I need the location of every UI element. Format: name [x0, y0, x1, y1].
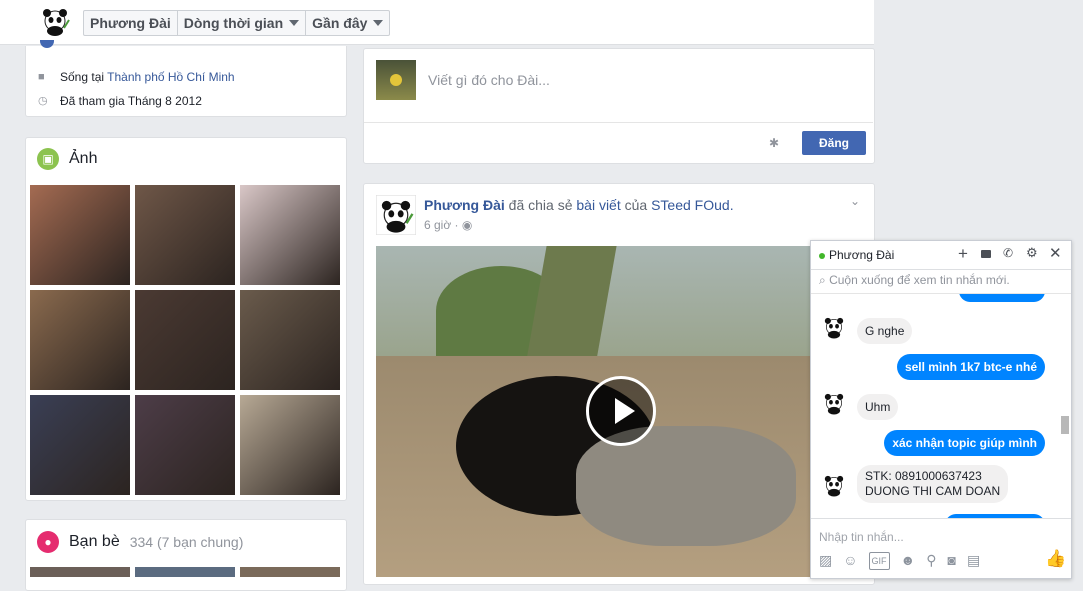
gif-icon[interactable]: GIF [868, 552, 890, 570]
message-line: DUONG THI CAM DOAN [865, 484, 1001, 498]
post-action-text: đã chia sẻ [508, 197, 573, 213]
message-line: STK: 0891000637423 [865, 469, 982, 483]
breadcrumb-label: Dòng thời gian [183, 15, 284, 31]
chat-scroll-notice: ⌕ Cuộn xuống để xem tin nhắn mới. [819, 273, 1010, 288]
post-page-link[interactable]: STeed FOud. [651, 197, 734, 213]
panda-avatar-icon[interactable] [821, 314, 847, 340]
close-icon[interactable]: ✕ [1049, 244, 1062, 262]
gear-icon[interactable]: ⚙ [1026, 245, 1038, 261]
composer-input[interactable]: Viết gì đó cho Đài... [428, 72, 550, 88]
chat-scrollbar[interactable] [1061, 294, 1069, 518]
chat-notice-text: Cuộn xuống để xem tin nhắn mới. [829, 273, 1010, 287]
message-bubble-partial [959, 294, 1045, 302]
video-call-icon[interactable] [981, 250, 991, 258]
friends-icon: ● [37, 531, 59, 553]
globe-icon: ◉ [461, 218, 473, 232]
sticker-icon[interactable]: ☺ [843, 552, 857, 570]
video-player[interactable] [376, 246, 810, 577]
chat-title[interactable]: Phương Đài [829, 248, 894, 262]
play-icon [615, 398, 635, 424]
message-bubble-in: STK: 0891000637423 DUONG THI CAM DOAN [857, 465, 1009, 503]
friends-title: Bạn bè [69, 533, 120, 550]
friend-thumb[interactable] [30, 567, 130, 577]
message-bubble-in: G nghe [857, 318, 913, 344]
image-icon[interactable]: ▨ [819, 552, 832, 570]
gear-icon[interactable]: ✱ [769, 136, 779, 150]
photos-title: Ảnh [69, 150, 98, 167]
divider [364, 122, 873, 123]
clipboard-icon[interactable]: ▤ [967, 552, 980, 570]
panda-avatar-icon[interactable] [38, 4, 72, 38]
post-meta: 6 giờ · ◉ [424, 218, 473, 232]
about-lives-prefix: Sống tại [60, 70, 105, 84]
chat-messages: G nghe sell mình 1k7 btc-e nhé Uhm xác n… [811, 294, 1071, 518]
friend-thumb[interactable] [135, 567, 235, 577]
panda-avatar-icon[interactable] [821, 390, 847, 416]
about-city-link[interactable]: Thành phố Hồ Chí Minh [107, 70, 234, 84]
photo-thumbnail[interactable] [30, 185, 130, 285]
friends-header[interactable]: ● Bạn bè 334 (7 bạn chung) [37, 531, 243, 553]
chat-notice-bar[interactable]: ⌕ Cuộn xuống để xem tin nhắn mới. [811, 269, 1071, 294]
composer-card [363, 48, 875, 164]
photos-header[interactable]: ▣ Ảnh [37, 148, 97, 170]
post-object-link[interactable]: bài viết [576, 197, 620, 213]
play-button[interactable] [586, 376, 656, 446]
online-dot-icon [819, 253, 825, 259]
message-bubble-out: xác nhận topic giúp mình [884, 430, 1045, 456]
photo-thumbnail[interactable] [135, 395, 235, 495]
chat-toolbar: ▨ ☺ GIF ☻ ⚲ ◙ ▤ [819, 552, 980, 570]
friends-card [25, 519, 347, 591]
friend-thumb[interactable] [240, 567, 340, 577]
message-bubble-in: Uhm [857, 394, 899, 420]
post-author-link[interactable]: Phương Đài [424, 197, 505, 213]
photo-thumbnail[interactable] [135, 185, 235, 285]
breadcrumb-profile-link[interactable]: Phương Đài [84, 11, 178, 35]
panda-avatar-icon[interactable] [376, 195, 416, 235]
chat-window: Phương Đài + ✆ ⚙ ✕ ⌕ Cuộn xuống để xem t… [810, 240, 1072, 579]
photo-thumbnail[interactable] [240, 395, 340, 495]
friends-count: 334 (7 bạn chung) [129, 534, 244, 550]
chat-composer: Nhập tin nhắn... ▨ ☺ GIF ☻ ⚲ ◙ ▤ 👍 [811, 518, 1071, 579]
user-avatar [376, 60, 416, 100]
home-icon: ■ [38, 71, 45, 83]
about-joined-text: Đã tham gia Tháng 8 2012 [60, 94, 202, 108]
chevron-down-icon [289, 20, 300, 26]
post-of-text: của [624, 197, 648, 213]
camera-icon[interactable]: ◙ [948, 552, 956, 570]
attachment-icon[interactable]: ⚲ [926, 552, 936, 570]
breadcrumb-label: Phương Đài [90, 15, 171, 31]
breadcrumb-recent-dropdown[interactable]: Gần đây [306, 11, 389, 35]
clock-icon: ◷ [38, 95, 48, 107]
panda-avatar-icon[interactable] [821, 472, 847, 498]
photo-icon: ▣ [37, 148, 59, 170]
search-icon: ⌕ [819, 273, 826, 287]
phone-icon[interactable]: ✆ [1003, 246, 1013, 260]
post-options-chevron-icon[interactable]: ⌄ [850, 194, 860, 208]
post-header-line: Phương Đài đã chia sẻ bài viết của STeed… [424, 197, 734, 213]
profile-top-bar: Phương Đài Dòng thời gian Gần đây [0, 0, 874, 45]
about-lives-in: ■ Sống tại Thành phố Hồ Chí Minh [38, 70, 235, 84]
add-person-icon[interactable]: + [958, 244, 968, 264]
photo-thumbnail[interactable] [30, 395, 130, 495]
breadcrumb-timeline-dropdown[interactable]: Dòng thời gian [178, 11, 307, 35]
message-bubble-out: sell mình 1k7 btc-e nhé [896, 354, 1045, 380]
about-joined: ◷ Đã tham gia Tháng 8 2012 [38, 94, 202, 108]
breadcrumb-label: Gần đây [312, 15, 368, 31]
emoji-icon[interactable]: ☻ [901, 552, 916, 570]
post-time-link[interactable]: 6 giờ [424, 218, 451, 232]
photo-thumbnail[interactable] [135, 290, 235, 390]
breadcrumb: Phương Đài Dòng thời gian Gần đây [83, 10, 391, 36]
photo-thumbnail[interactable] [240, 185, 340, 285]
chat-header[interactable]: Phương Đài + ✆ ⚙ ✕ [811, 241, 1071, 270]
message-input[interactable]: Nhập tin nhắn... [819, 530, 904, 544]
thumbs-up-icon[interactable]: 👍 [1045, 549, 1066, 569]
photo-thumbnail[interactable] [240, 290, 340, 390]
chevron-down-icon [373, 20, 384, 26]
photo-thumbnail[interactable] [30, 290, 130, 390]
post-button[interactable]: Đăng [802, 131, 866, 155]
scrollbar-thumb[interactable] [1061, 416, 1069, 434]
